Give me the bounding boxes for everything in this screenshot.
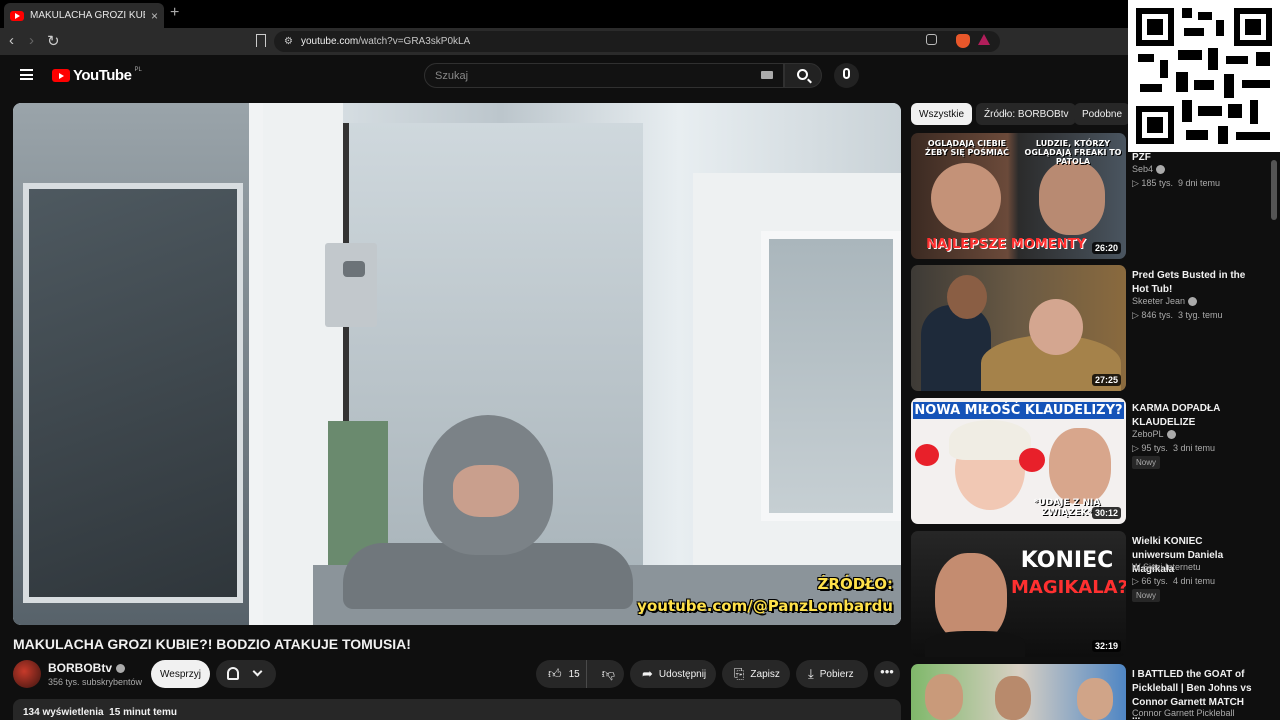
recommended-meta: ▷ 66 tys. 4 dni temu bbox=[1132, 576, 1215, 586]
youtube-header: YouTube PL Szukaj bbox=[0, 55, 1280, 97]
video-thumbnail[interactable]: OGLĄDAJĄ CIEBIE ŻEBY SIĘ POŚMIAĆ LUDZIE,… bbox=[911, 133, 1126, 259]
bookmark-icon[interactable] bbox=[256, 34, 266, 47]
support-button[interactable]: Wesprzyj bbox=[151, 660, 210, 688]
site-info-icon[interactable]: ⚙ bbox=[284, 36, 293, 47]
download-button[interactable]: ⤓ Pobierz bbox=[796, 660, 868, 688]
recommended-meta: ▷ 95 tys. 3 dni temu bbox=[1132, 443, 1215, 453]
video-title: MAKULACHA GROZI KUBIE?! BODZIO ATAKUJE T… bbox=[13, 636, 411, 652]
channel-avatar[interactable] bbox=[13, 660, 41, 688]
open-external-icon[interactable] bbox=[926, 34, 937, 45]
browser-toolbar: ‹ › ↻ ⚙ youtube.com/watch?v=GRA3skP0kLA bbox=[0, 28, 1280, 55]
description-box[interactable]: 134 wyświetlenia 15 minut temu bbox=[13, 699, 901, 720]
video-duration: 26:20 bbox=[1091, 242, 1121, 254]
microphone-icon bbox=[843, 68, 850, 79]
logo-text: YouTube bbox=[73, 67, 132, 84]
share-button[interactable]: ➦ Udostępnij bbox=[630, 660, 716, 688]
recommended-channel[interactable]: W Sieci Internetu bbox=[1132, 562, 1201, 572]
more-dots-icon: ••• bbox=[880, 664, 894, 679]
notification-dropdown-button[interactable] bbox=[216, 660, 276, 688]
verified-icon bbox=[116, 663, 126, 673]
recommended-title: Pred Gets Busted in the Hot Tub! bbox=[1132, 270, 1246, 295]
recommended-channel[interactable]: Connor Garnett Pickleball bbox=[1132, 708, 1235, 718]
video-thumbnail[interactable]: 27:25 bbox=[911, 265, 1126, 391]
keyboard-icon[interactable] bbox=[761, 71, 773, 79]
share-arrow-icon: ➦ bbox=[642, 666, 653, 681]
recommended-channel[interactable]: ZeboPL bbox=[1132, 429, 1176, 439]
download-icon: ⤓ bbox=[808, 666, 814, 681]
video-source-overlay: ŹRÓDŁO: youtube.com/@PanzLombardu bbox=[637, 575, 893, 615]
video-player[interactable]: ŹRÓDŁO: youtube.com/@PanzLombardu bbox=[13, 103, 901, 625]
sidebar-scrollbar[interactable] bbox=[1271, 160, 1277, 220]
save-button[interactable]: ⎘ Zapisz bbox=[722, 660, 790, 688]
thumbs-up-icon: 👍︎ bbox=[548, 666, 562, 681]
bell-icon bbox=[227, 667, 239, 680]
recommended-video[interactable]: 27:25 Pred Gets Busted in the Hot Tub! S… bbox=[911, 265, 1271, 391]
browser-tab[interactable]: MAKULACHA GROZI KUBIE?! × bbox=[4, 3, 164, 28]
voice-search-button[interactable] bbox=[834, 63, 859, 88]
rewards-triangle-icon[interactable] bbox=[978, 34, 990, 45]
search-icon bbox=[797, 69, 808, 80]
recommended-meta: ▷ 846 tys. 3 tyg. temu bbox=[1132, 310, 1223, 320]
verified-icon bbox=[1188, 296, 1198, 306]
verified-icon bbox=[1156, 164, 1166, 174]
video-thumbnail[interactable] bbox=[911, 664, 1126, 720]
chip-related[interactable]: Podobne bbox=[1074, 103, 1131, 125]
new-badge: Nowy bbox=[1132, 589, 1161, 602]
search-input[interactable]: Szukaj bbox=[424, 63, 784, 88]
subscriber-count: 356 tys. subskrybentów bbox=[48, 677, 143, 687]
like-button[interactable]: 👍︎ 15 bbox=[536, 660, 587, 688]
qr-code bbox=[1128, 0, 1280, 152]
video-frame-door bbox=[13, 103, 263, 625]
like-count: 15 bbox=[568, 668, 580, 680]
recommended-channel[interactable]: Skeeter Jean bbox=[1132, 296, 1198, 306]
hamburger-menu-icon[interactable] bbox=[20, 69, 33, 80]
recommended-video[interactable]: NOWA MIŁOŚĆ KLAUDELIZY? *UDAJE Z NIĄ ZWI… bbox=[911, 398, 1271, 524]
region-code: PL bbox=[134, 66, 142, 73]
thumbs-down-icon: 👎︎ bbox=[601, 666, 615, 681]
recommended-video[interactable]: KONIEC MAGIKALA? 32:19 Wielki KONIEC uni… bbox=[911, 531, 1271, 657]
new-tab-button[interactable]: + bbox=[170, 4, 179, 22]
more-actions-button[interactable]: ••• bbox=[874, 661, 900, 687]
video-duration: 32:19 bbox=[1091, 640, 1121, 652]
video-thumbnail[interactable]: KONIEC MAGIKALA? 32:19 bbox=[911, 531, 1126, 657]
recommended-channel[interactable]: Seb4 bbox=[1132, 164, 1166, 174]
save-bookmark-icon: ⎘ bbox=[734, 666, 745, 681]
view-count: 134 wyświetlenia bbox=[23, 707, 104, 718]
recommended-title: KARMA DOPADŁA KLAUDELIZE bbox=[1132, 403, 1220, 428]
chip-all[interactable]: Wszystkie bbox=[911, 103, 972, 125]
recommended-video[interactable]: I BATTLED the GOAT of Pickleball | Ben J… bbox=[911, 664, 1271, 720]
verified-icon bbox=[1166, 429, 1176, 439]
new-badge: Nowy bbox=[1132, 456, 1161, 469]
youtube-play-logo-icon bbox=[52, 69, 70, 82]
tab-title: MAKULACHA GROZI KUBIE?! bbox=[30, 10, 145, 21]
brave-shield-icon[interactable] bbox=[956, 34, 970, 48]
upload-time: 15 minut temu bbox=[109, 707, 177, 718]
browser-tabstrip: MAKULACHA GROZI KUBIE?! × + bbox=[0, 0, 1280, 28]
chevron-down-icon bbox=[252, 666, 263, 677]
youtube-favicon-icon bbox=[10, 10, 24, 21]
recommended-meta: ▷ 185 tys. 9 dni temu bbox=[1132, 178, 1220, 188]
search-button[interactable] bbox=[784, 63, 822, 88]
video-duration: 27:25 bbox=[1091, 374, 1121, 386]
youtube-logo[interactable]: YouTube PL bbox=[52, 67, 142, 84]
video-frame-plaque bbox=[325, 243, 377, 327]
channel-name[interactable]: BORBOBtv bbox=[48, 661, 126, 675]
search-placeholder: Szukaj bbox=[435, 69, 469, 82]
back-arrow-icon[interactable]: ‹ bbox=[9, 32, 14, 49]
video-thumbnail[interactable]: NOWA MIŁOŚĆ KLAUDELIZY? *UDAJE Z NIĄ ZWI… bbox=[911, 398, 1126, 524]
like-dislike-group: 👍︎ 15 👎︎ bbox=[536, 660, 624, 688]
tab-close-icon[interactable]: × bbox=[151, 9, 158, 23]
video-duration: 30:12 bbox=[1091, 507, 1121, 519]
forward-arrow-icon[interactable]: › bbox=[29, 32, 34, 49]
address-bar[interactable]: ⚙ youtube.com/watch?v=GRA3skP0kLA bbox=[274, 31, 1000, 52]
dislike-button[interactable]: 👎︎ bbox=[593, 666, 624, 682]
url-text: youtube.com/watch?v=GRA3skP0kLA bbox=[300, 36, 471, 47]
chip-from-channel[interactable]: Źródło: BORBOBtv bbox=[976, 103, 1077, 125]
reload-icon[interactable]: ↻ bbox=[47, 32, 60, 50]
